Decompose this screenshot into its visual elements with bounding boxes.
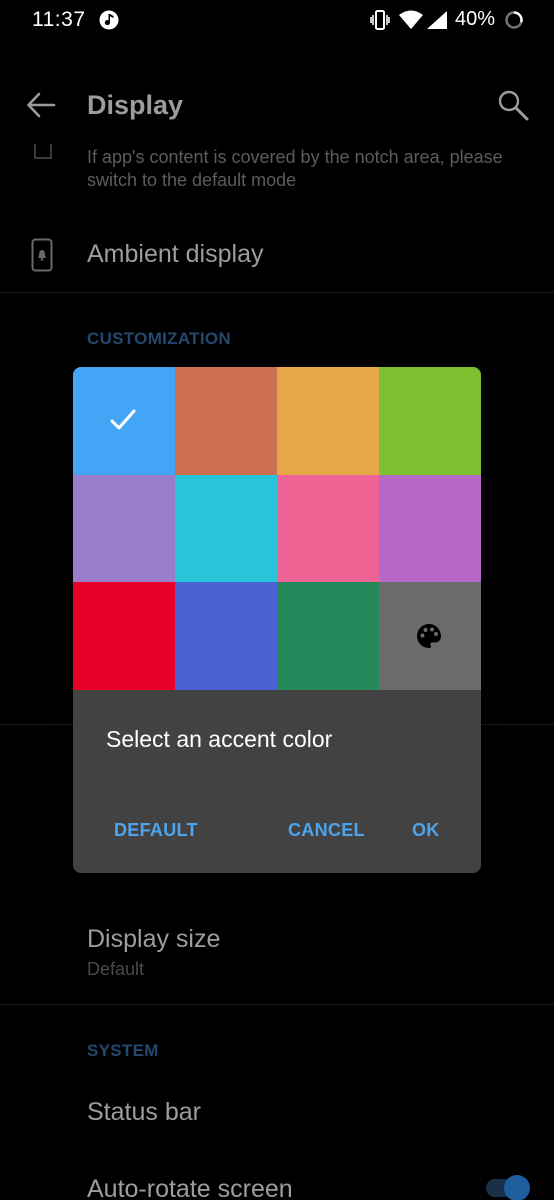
swatch-amber[interactable]: [277, 367, 379, 475]
swatch-red[interactable]: [73, 582, 175, 690]
notch-icon: [34, 144, 52, 159]
swatch-green[interactable]: [277, 582, 379, 690]
battery-percent: 40%: [455, 8, 496, 30]
wifi-icon: [399, 10, 423, 29]
ok-button[interactable]: OK: [412, 820, 440, 841]
swatch-terracotta[interactable]: [175, 367, 277, 475]
battery-icon: [505, 11, 523, 29]
swatch-lavender[interactable]: [73, 475, 175, 582]
swatch-lime[interactable]: [379, 367, 481, 475]
swatch-cyan[interactable]: [175, 475, 277, 582]
search-icon[interactable]: [496, 88, 530, 122]
divider: [0, 292, 554, 293]
signal-icon: [427, 11, 447, 29]
notch-hint-text: If app's content is covered by the notch…: [87, 147, 503, 190]
status-time: 11:37: [32, 8, 86, 31]
vibrate-icon: [370, 10, 390, 30]
palette-icon: [417, 624, 441, 648]
auto-rotate-label: Auto-rotate screen: [87, 1175, 293, 1200]
swatch-custom[interactable]: [379, 582, 481, 690]
default-button[interactable]: DEFAULT: [114, 820, 198, 841]
auto-rotate-toggle[interactable]: [486, 1173, 532, 1200]
customization-header: CUSTOMIZATION: [87, 329, 231, 348]
swatch-indigo[interactable]: [175, 582, 277, 690]
cancel-button[interactable]: CANCEL: [288, 820, 365, 841]
system-header: SYSTEM: [87, 1041, 159, 1060]
page-title: Display: [87, 90, 184, 120]
swatch-blue[interactable]: [73, 367, 175, 475]
swatch-pink[interactable]: [277, 475, 379, 582]
dialog-message: Select an accent color: [106, 726, 333, 752]
toggle-thumb: [504, 1175, 530, 1200]
back-arrow-icon[interactable]: [26, 90, 56, 120]
music-icon: [99, 10, 119, 30]
screen: If app's content is covered by the notch…: [0, 0, 554, 1200]
toolbar: Display: [0, 70, 554, 142]
phone-bell-icon: [31, 238, 53, 272]
swatch-orchid[interactable]: [379, 475, 481, 582]
status-bar: 11:37 40%: [0, 0, 554, 44]
ambient-display-label: Ambient display: [87, 240, 264, 268]
display-size-label: Display size: [87, 925, 221, 953]
divider: [0, 1004, 554, 1005]
status-bar-item[interactable]: Status bar: [87, 1098, 201, 1127]
check-icon: [110, 409, 136, 430]
accent-color-dialog: Select an accent color DEFAULT CANCEL OK: [73, 367, 481, 873]
display-size-value: Default: [87, 959, 145, 979]
swatch-grid: [73, 367, 481, 690]
